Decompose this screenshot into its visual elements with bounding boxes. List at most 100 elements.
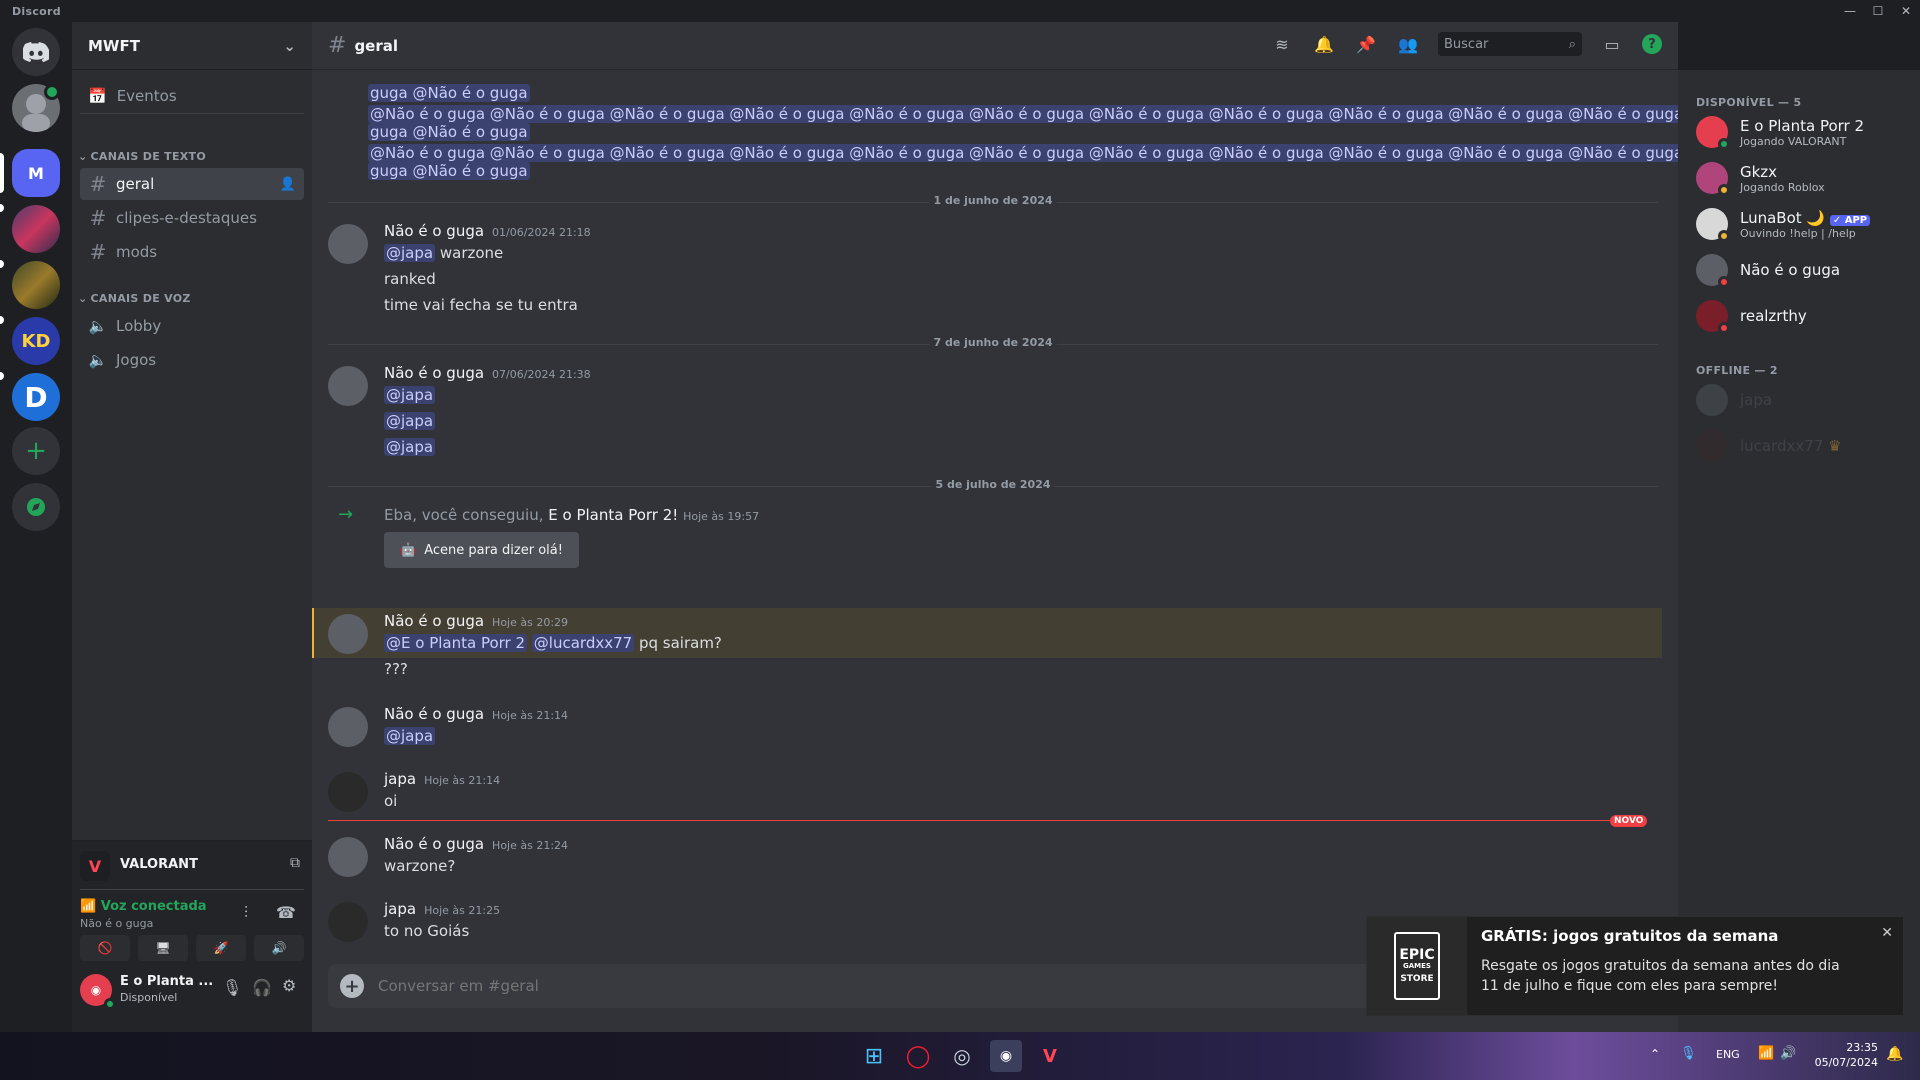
avatar[interactable]	[328, 707, 368, 747]
mention[interactable]: guga @Não é o guga	[368, 84, 530, 102]
attach-plus-icon[interactable]: +	[340, 974, 364, 998]
noise-suppression-icon[interactable]: ⫶	[244, 903, 248, 923]
avatar[interactable]	[328, 224, 368, 264]
close-window-button[interactable]: ✕	[1892, 0, 1920, 22]
guild-icon-4[interactable]: KD	[12, 317, 60, 365]
channel-label: geral	[116, 175, 155, 193]
inbox-icon[interactable]: ▭	[1600, 32, 1624, 56]
microphone-tray-icon[interactable]: 🎙	[1680, 1046, 1697, 1061]
server-header[interactable]: MWFT ⌄	[72, 22, 312, 70]
channel-clipes[interactable]: # clipes-e-destaques	[80, 202, 304, 234]
member-item[interactable]: japa	[1696, 380, 1908, 420]
mention[interactable]: guga @Não é o guga	[368, 162, 530, 180]
wave-button[interactable]: 🤖 Acene para dizer olá!	[384, 532, 579, 568]
voice-channel-lobby[interactable]: 🔈 Lobby	[80, 310, 304, 342]
category-voice[interactable]: ⌄ CANAIS DE VOZ	[78, 292, 191, 305]
mention[interactable]: @Não é o guga @Não é o guga @Não é o gug…	[368, 144, 1678, 162]
timestamp: Hoje às 21:14	[424, 774, 501, 787]
members-icon[interactable]: 👥	[1396, 32, 1420, 56]
close-notification-icon[interactable]: ✕	[1881, 925, 1893, 941]
member-item[interactable]: E o Planta Porr 2 Jogando VALORANT	[1696, 112, 1908, 152]
message-author[interactable]: japa	[384, 770, 416, 788]
tray-chevron-icon[interactable]: ⌃	[1650, 1047, 1660, 1061]
message-text: pq sairam?	[638, 634, 722, 652]
avatar[interactable]	[328, 902, 368, 942]
steam-icon[interactable]: ◎	[946, 1040, 978, 1072]
unread-indicator	[0, 372, 4, 380]
epic-notification[interactable]: EPIC GAMES STORE GRÁTIS: jogos gratuitos…	[1366, 916, 1904, 1016]
discord-home-icon[interactable]	[12, 28, 60, 76]
mention[interactable]: @Não é o guga @Não é o guga @Não é o gug…	[368, 105, 1678, 123]
camera-off-button[interactable]: 🚫	[80, 935, 130, 961]
headphones-icon[interactable]: 🎧	[252, 978, 272, 997]
mention[interactable]: @lucardxx77	[531, 634, 635, 652]
guild-icon-5[interactable]: D	[12, 373, 60, 421]
timestamp: Hoje às 21:24	[492, 839, 569, 852]
activity-share-icon[interactable]: ⧉	[290, 855, 300, 871]
channel-geral[interactable]: # geral 👤	[80, 168, 304, 200]
mention[interactable]: @japa	[384, 438, 436, 456]
member-item[interactable]: realzrthy	[1696, 296, 1908, 336]
valorant-taskbar-icon[interactable]: V	[1034, 1040, 1066, 1072]
help-icon[interactable]: ?	[1642, 34, 1662, 54]
date-divider: 1 de junho de 2024	[328, 194, 1658, 207]
bell-icon[interactable]: 🔔	[1312, 32, 1336, 56]
search-input[interactable]: Buscar ⌕	[1438, 32, 1582, 56]
threads-icon[interactable]: ≋	[1270, 32, 1294, 56]
member-item[interactable]: lucardxx77 ♛	[1696, 426, 1908, 466]
windows-start-icon[interactable]: ⊞	[858, 1040, 890, 1072]
notification-bell-icon[interactable]: 🔔	[1886, 1046, 1903, 1062]
mention[interactable]: @E o Planta Porr 2	[384, 634, 528, 652]
member-item[interactable]: Gkzx Jogando Roblox	[1696, 158, 1908, 198]
member-item[interactable]: LunaBot 🌙 ✓ APP Ouvindo !help | /help	[1696, 204, 1908, 244]
selected-indicator	[0, 153, 4, 193]
message-author[interactable]: Não é o guga	[384, 222, 484, 240]
microphone-icon[interactable]: 🎙	[222, 978, 242, 997]
message-author[interactable]: Não é o guga	[384, 364, 484, 382]
avatar[interactable]	[328, 614, 368, 654]
channel-label: clipes-e-destaques	[116, 209, 257, 227]
mention[interactable]: @japa	[384, 244, 436, 262]
gear-icon[interactable]: ⚙	[282, 976, 296, 995]
unread-indicator	[0, 316, 4, 324]
volume-icon[interactable]: 🔊	[1780, 1046, 1796, 1061]
events-item[interactable]: 📅 Eventos	[80, 78, 304, 114]
discord-taskbar-icon[interactable]: ◉	[990, 1040, 1022, 1072]
category-text[interactable]: ⌄ CANAIS DE TEXTO	[78, 150, 206, 163]
disconnect-icon[interactable]: ☎	[276, 903, 296, 922]
screen-share-button[interactable]: 🖥	[138, 935, 188, 961]
channel-mods[interactable]: # mods	[80, 236, 304, 268]
avatar[interactable]	[328, 837, 368, 877]
mention[interactable]: guga @Não é o guga	[368, 123, 530, 141]
soundboard-button[interactable]: 🔊	[254, 935, 304, 961]
wifi-icon[interactable]: 📶	[1758, 1046, 1774, 1061]
message-author[interactable]: Não é o guga	[384, 835, 484, 853]
add-member-icon[interactable]: 👤	[280, 177, 296, 192]
guild-icon-3[interactable]	[12, 261, 60, 309]
add-server-icon[interactable]: +	[12, 427, 60, 475]
user-name[interactable]: E o Planta ...	[120, 974, 213, 989]
pin-icon[interactable]: 📌	[1354, 32, 1378, 56]
clock[interactable]: 23:35 05/07/2024	[1810, 1040, 1878, 1071]
minimize-button[interactable]: —	[1836, 0, 1864, 22]
language-indicator[interactable]: ENG	[1716, 1048, 1740, 1061]
activities-button[interactable]: 🚀	[196, 935, 246, 961]
discover-icon[interactable]	[12, 483, 60, 531]
guild-mwft[interactable]: M	[12, 149, 60, 197]
message-author[interactable]: Não é o guga	[384, 612, 484, 630]
guild-icon-2[interactable]	[12, 205, 60, 253]
avatar[interactable]	[328, 366, 368, 406]
mention[interactable]: @japa	[384, 386, 436, 404]
message-author[interactable]: japa	[384, 900, 416, 918]
maximize-button[interactable]: ☐	[1864, 0, 1892, 22]
voice-channel-jogos[interactable]: 🔈 Jogos	[80, 344, 304, 376]
avatar[interactable]	[328, 772, 368, 812]
member-item[interactable]: Não é o guga	[1696, 250, 1908, 290]
voice-connected-status[interactable]: 📶 Voz conectada	[80, 899, 207, 914]
opera-icon[interactable]: ◯	[902, 1040, 934, 1072]
status-dot	[1718, 230, 1730, 242]
message-author[interactable]: Não é o guga	[384, 705, 484, 723]
mention[interactable]: @japa	[384, 412, 436, 430]
join-user[interactable]: E o Planta Porr 2	[548, 506, 672, 524]
mention[interactable]: @japa	[384, 727, 436, 745]
